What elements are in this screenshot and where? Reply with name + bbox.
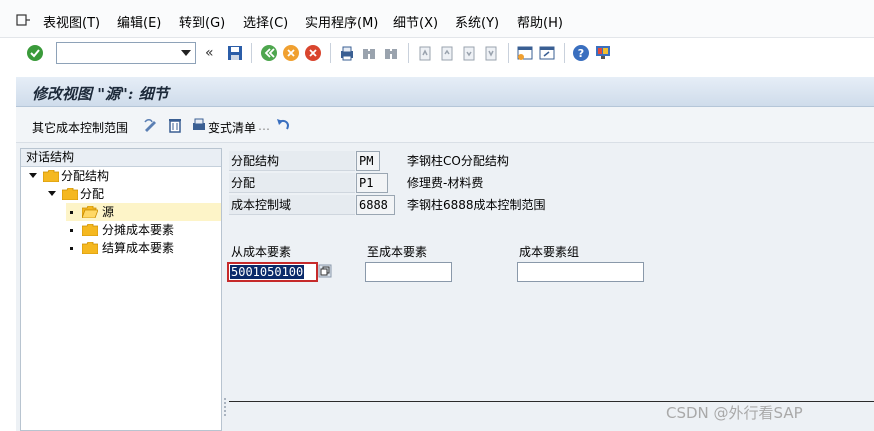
- allocation-desc: 修理费-材料费: [407, 176, 484, 190]
- menu-table-view[interactable]: 表视图(T): [43, 16, 100, 31]
- next-page-icon[interactable]: [460, 44, 478, 62]
- variant-list-dash: …: [258, 119, 270, 133]
- multiple-selection-icon[interactable]: [318, 264, 332, 278]
- toolbar-separator: [564, 43, 565, 63]
- command-field[interactable]: [56, 42, 196, 64]
- splitter-grip: [224, 414, 226, 416]
- undo-icon[interactable]: [275, 117, 291, 133]
- to-cost-element-label: 至成本要素: [367, 245, 428, 259]
- expand-arrow-icon[interactable]: [48, 191, 56, 196]
- collapse-icon[interactable]: «: [205, 45, 214, 61]
- tree-node-allocation-structure[interactable]: 分配结构: [21, 167, 221, 185]
- toolbar-gap: [0, 70, 874, 77]
- menu-details[interactable]: 细节(X): [393, 16, 438, 31]
- menu-bar: 表视图(T) 编辑(E) 转到(G) 选择(C) 实用程序(M) 细节(X) 系…: [0, 0, 874, 38]
- find-next-icon[interactable]: [382, 44, 400, 62]
- prev-page-icon[interactable]: [438, 44, 456, 62]
- bullet-icon: [70, 229, 73, 232]
- panel-splitter[interactable]: [222, 148, 229, 431]
- folder-icon: [62, 188, 78, 200]
- tree-node-label: 分配: [80, 187, 105, 201]
- watermark: CSDN @外行看SAP: [666, 404, 803, 422]
- tree-header: 对话结构: [21, 149, 221, 167]
- toolbar-separator: [251, 43, 252, 63]
- controlling-area-label: 成本控制域: [229, 195, 355, 215]
- tree-node-label: 分摊成本要素: [102, 223, 175, 237]
- toolbar-separator: [508, 43, 509, 63]
- shortcut-icon[interactable]: [538, 44, 556, 62]
- page-title: 修改视图 "源": 细节: [32, 85, 169, 103]
- tree-node-label: 源: [102, 205, 115, 219]
- folder-icon: [82, 242, 98, 254]
- svg-text:?: ?: [578, 47, 584, 60]
- help-icon[interactable]: ?: [572, 44, 590, 62]
- menu-system[interactable]: 系统(Y): [455, 16, 499, 31]
- exit-icon[interactable]: [282, 44, 300, 62]
- menu-icon[interactable]: [16, 14, 30, 26]
- variant-list-button[interactable]: 变式清单: [208, 119, 256, 136]
- layout-icon[interactable]: [594, 44, 612, 62]
- other-control-area-button[interactable]: 其它成本控制范围: [32, 119, 128, 136]
- folder-open-icon: [82, 206, 98, 218]
- controlling-area-desc: 李钢柱6888成本控制范围: [407, 198, 546, 212]
- menu-selection[interactable]: 选择(C): [243, 16, 288, 31]
- enter-icon[interactable]: [26, 44, 44, 62]
- save-icon[interactable]: [226, 44, 244, 62]
- to-cost-element-input[interactable]: [365, 262, 452, 282]
- splitter-grip: [224, 402, 226, 404]
- dialog-structure-tree: 对话结构 分配结构 分配 源 分摊成本要素 结算成本要素: [20, 148, 222, 431]
- tree-node-label: 分配结构: [61, 169, 110, 183]
- menu-goto[interactable]: 转到(G): [179, 16, 225, 31]
- bullet-icon: [70, 211, 73, 214]
- menu-edit[interactable]: 编辑(E): [117, 16, 161, 31]
- splitter-grip: [224, 398, 226, 400]
- bullet-icon: [70, 247, 73, 250]
- application-toolbar: 其它成本控制范围 变式清单 …: [16, 107, 874, 143]
- back-icon[interactable]: [260, 44, 278, 62]
- allocation-label: 分配: [229, 173, 355, 193]
- tree-node-settlement-cost-elements[interactable]: 结算成本要素: [66, 239, 221, 257]
- cost-element-group-label: 成本要素组: [519, 245, 580, 259]
- display-change-icon[interactable]: [142, 116, 160, 134]
- delete-icon[interactable]: [166, 116, 184, 134]
- chevron-down-icon[interactable]: [181, 50, 191, 56]
- toolbar-separator: [330, 43, 331, 63]
- from-cost-element-label: 从成本要素: [231, 245, 292, 259]
- splitter-grip: [224, 406, 226, 408]
- menu-utilities[interactable]: 实用程序(M): [305, 16, 378, 31]
- tree-node-allocation[interactable]: 分配: [21, 185, 221, 203]
- allocation-structure-value: PM: [356, 151, 380, 171]
- last-page-icon[interactable]: [482, 44, 500, 62]
- folder-icon: [43, 170, 59, 182]
- title-bar: 修改视图 "源": 细节: [16, 77, 874, 107]
- toolbar-separator: [408, 43, 409, 63]
- first-page-icon[interactable]: [416, 44, 434, 62]
- print-icon[interactable]: [190, 116, 208, 134]
- print-icon[interactable]: [338, 44, 356, 62]
- cancel-icon[interactable]: [304, 44, 322, 62]
- find-icon[interactable]: [360, 44, 378, 62]
- from-cost-element-value: 5001050100: [230, 265, 305, 279]
- controlling-area-value: 6888: [356, 195, 395, 215]
- tree-node-label: 结算成本要素: [102, 241, 175, 255]
- menu-help[interactable]: 帮助(H): [517, 16, 563, 31]
- folder-icon: [82, 224, 98, 236]
- tree-node-assessment-cost-elements[interactable]: 分摊成本要素: [66, 221, 221, 239]
- tree-node-source[interactable]: 源: [66, 203, 221, 221]
- allocation-structure-label: 分配结构: [229, 151, 355, 171]
- create-session-icon[interactable]: [516, 44, 534, 62]
- cost-element-group-input[interactable]: [517, 262, 644, 282]
- splitter-grip: [224, 410, 226, 412]
- allocation-structure-desc: 李钢柱CO分配结构: [407, 154, 509, 168]
- from-cost-element-input[interactable]: 5001050100: [227, 262, 318, 282]
- allocation-value: P1: [356, 173, 388, 193]
- expand-arrow-icon[interactable]: [29, 173, 37, 178]
- standard-toolbar: « ?: [0, 38, 874, 70]
